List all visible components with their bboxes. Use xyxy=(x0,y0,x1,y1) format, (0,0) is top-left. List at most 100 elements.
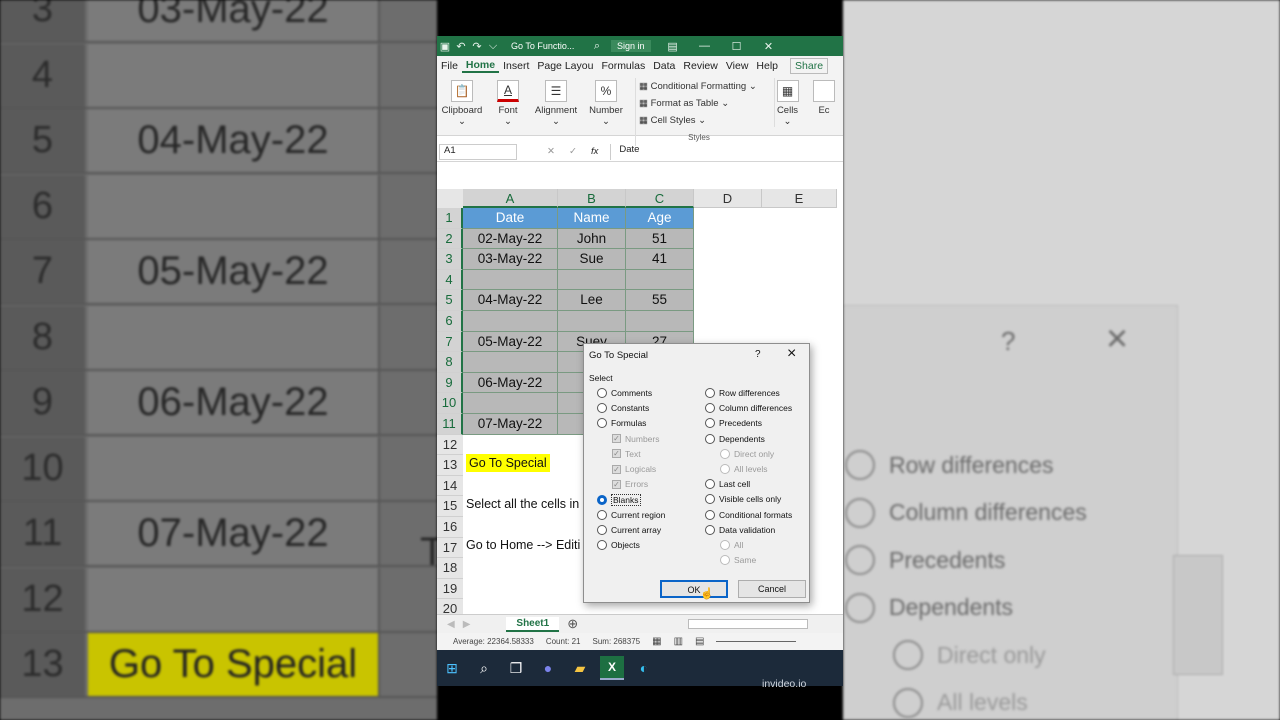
option-all-levels[interactable]: All levels xyxy=(720,464,768,474)
radio-icon[interactable] xyxy=(597,540,607,550)
tab-home[interactable]: Home xyxy=(461,59,500,73)
option-current-array[interactable]: Current array xyxy=(597,524,661,535)
save-icon[interactable]: ▣ xyxy=(437,40,453,53)
option-text[interactable]: ✓ Text xyxy=(612,449,641,459)
horizontal-scrollbar[interactable] xyxy=(688,619,809,629)
checkbox-icon[interactable]: ✓ xyxy=(612,479,621,489)
table-cell[interactable] xyxy=(626,311,694,332)
radio-icon[interactable] xyxy=(597,403,607,414)
table-cell[interactable] xyxy=(463,393,558,414)
option-data-validation[interactable]: Data validation xyxy=(705,524,775,535)
option-comments[interactable]: Comments xyxy=(597,388,652,398)
font-group[interactable]: A Font ⌄ xyxy=(493,78,523,127)
cancel-button[interactable]: Cancel xyxy=(738,580,806,598)
windows-start-icon[interactable]: ⊞ xyxy=(440,656,464,680)
table-cell[interactable]: Lee xyxy=(558,290,626,311)
table-cell[interactable] xyxy=(463,352,558,373)
row-header-12[interactable]: 12 xyxy=(437,434,463,456)
dialog-close-icon[interactable]: × xyxy=(787,345,796,363)
radio-icon[interactable] xyxy=(597,509,607,520)
page-break-icon[interactable]: ▤ xyxy=(695,636,704,647)
radio-icon[interactable] xyxy=(705,433,715,444)
row-header-15[interactable]: 15 xyxy=(437,496,463,517)
table-cell[interactable] xyxy=(558,311,626,332)
column-header-b[interactable]: B xyxy=(558,189,626,208)
customize-icon[interactable]: ⌵ xyxy=(485,40,501,53)
task-view-icon[interactable]: ❐ xyxy=(504,656,528,680)
option-last-cell[interactable]: Last cell xyxy=(705,479,750,490)
option-current-region[interactable]: Current region xyxy=(597,509,665,520)
option-dependents[interactable]: Dependents xyxy=(705,433,765,444)
tab-data[interactable]: Data xyxy=(649,60,679,72)
option-all[interactable]: All xyxy=(720,540,743,550)
search-icon[interactable]: ⌕ xyxy=(589,40,605,53)
radio-icon[interactable] xyxy=(597,388,607,398)
option-blanks[interactable]: Blanks xyxy=(597,494,641,507)
radio-icon[interactable] xyxy=(705,388,715,398)
checkbox-icon[interactable]: ✓ xyxy=(612,434,621,444)
radio-icon[interactable] xyxy=(705,494,715,505)
page-layout-icon[interactable]: ▥ xyxy=(674,636,683,647)
redo-icon[interactable]: ↷ xyxy=(469,40,485,53)
table-cell[interactable] xyxy=(463,311,558,332)
row-header-2[interactable]: 2 xyxy=(437,228,463,250)
row-header-9[interactable]: 9 xyxy=(437,372,463,394)
option-direct-only[interactable]: Direct only xyxy=(720,448,774,459)
table-cell[interactable]: 41 xyxy=(626,249,694,270)
radio-icon[interactable] xyxy=(720,555,730,566)
row-header-17[interactable]: 17 xyxy=(437,537,463,559)
tab-formulas[interactable]: Formulas xyxy=(597,60,649,72)
tab-review[interactable]: Review xyxy=(679,60,721,72)
fx-icon[interactable]: fx xyxy=(591,146,598,157)
table-cell[interactable]: John xyxy=(558,228,626,250)
radio-icon[interactable] xyxy=(720,448,730,459)
option-same[interactable]: Same xyxy=(720,555,756,566)
sign-in-button[interactable]: Sign in xyxy=(611,40,651,52)
maximize-icon[interactable]: ☐ xyxy=(729,40,745,53)
row-header-3[interactable]: 3 xyxy=(437,249,463,270)
table-header-cell[interactable]: Age xyxy=(626,208,694,229)
table-cell[interactable]: 06-May-22 xyxy=(463,372,558,394)
table-cell[interactable]: 03-May-22 xyxy=(463,249,558,270)
enter-icon[interactable]: ✓ xyxy=(569,146,577,157)
row-header-13[interactable]: 13 xyxy=(437,455,463,476)
column-header-d[interactable]: D xyxy=(694,189,762,208)
radio-icon[interactable] xyxy=(720,540,730,550)
tab-file[interactable]: File xyxy=(437,60,462,72)
tab-page-layou[interactable]: Page Layou xyxy=(533,60,597,72)
table-cell[interactable]: 07-May-22 xyxy=(463,414,558,435)
row-header-18[interactable]: 18 xyxy=(437,558,463,579)
cancel-icon[interactable]: ✕ xyxy=(547,146,555,157)
option-visible-cells-only[interactable]: Visible cells only xyxy=(705,494,781,505)
prev-sheet-icon[interactable]: ◀ xyxy=(447,619,455,630)
taskbar-search-icon[interactable]: ⌕ xyxy=(472,656,496,680)
tab-help[interactable]: Help xyxy=(752,60,782,72)
option-objects[interactable]: Objects xyxy=(597,540,640,550)
close-icon[interactable]: ✕ xyxy=(761,40,777,53)
row-header-11[interactable]: 11 xyxy=(437,414,463,435)
column-header-a[interactable]: A xyxy=(463,189,558,208)
tab-view[interactable]: View xyxy=(722,60,753,72)
checkbox-icon[interactable]: ✓ xyxy=(612,449,621,459)
radio-icon[interactable] xyxy=(705,524,715,535)
share-button[interactable]: Share xyxy=(790,58,829,74)
table-cell[interactable] xyxy=(463,269,558,291)
radio-icon[interactable] xyxy=(705,403,715,414)
option-logicals[interactable]: ✓ Logicals xyxy=(612,464,656,474)
table-cell[interactable]: Sue xyxy=(558,249,626,270)
radio-icon[interactable] xyxy=(705,418,715,429)
radio-icon[interactable] xyxy=(597,524,607,535)
next-sheet-icon[interactable]: ▶ xyxy=(463,619,471,630)
column-header-c[interactable]: C xyxy=(626,189,694,208)
excel-taskbar-icon[interactable]: X xyxy=(600,656,624,680)
radio-icon[interactable] xyxy=(705,509,715,520)
help-icon[interactable]: ? xyxy=(755,349,761,360)
ok-button[interactable]: OK xyxy=(660,580,728,598)
table-cell[interactable]: 05-May-22 xyxy=(463,331,558,353)
option-row-differences[interactable]: Row differences xyxy=(705,388,780,398)
select-all-corner[interactable] xyxy=(437,189,463,208)
option-column-differences[interactable]: Column differences xyxy=(705,403,792,414)
minimize-icon[interactable]: — xyxy=(697,40,713,52)
table-cell[interactable] xyxy=(558,269,626,291)
add-sheet-icon[interactable]: ⊕ xyxy=(567,616,578,632)
